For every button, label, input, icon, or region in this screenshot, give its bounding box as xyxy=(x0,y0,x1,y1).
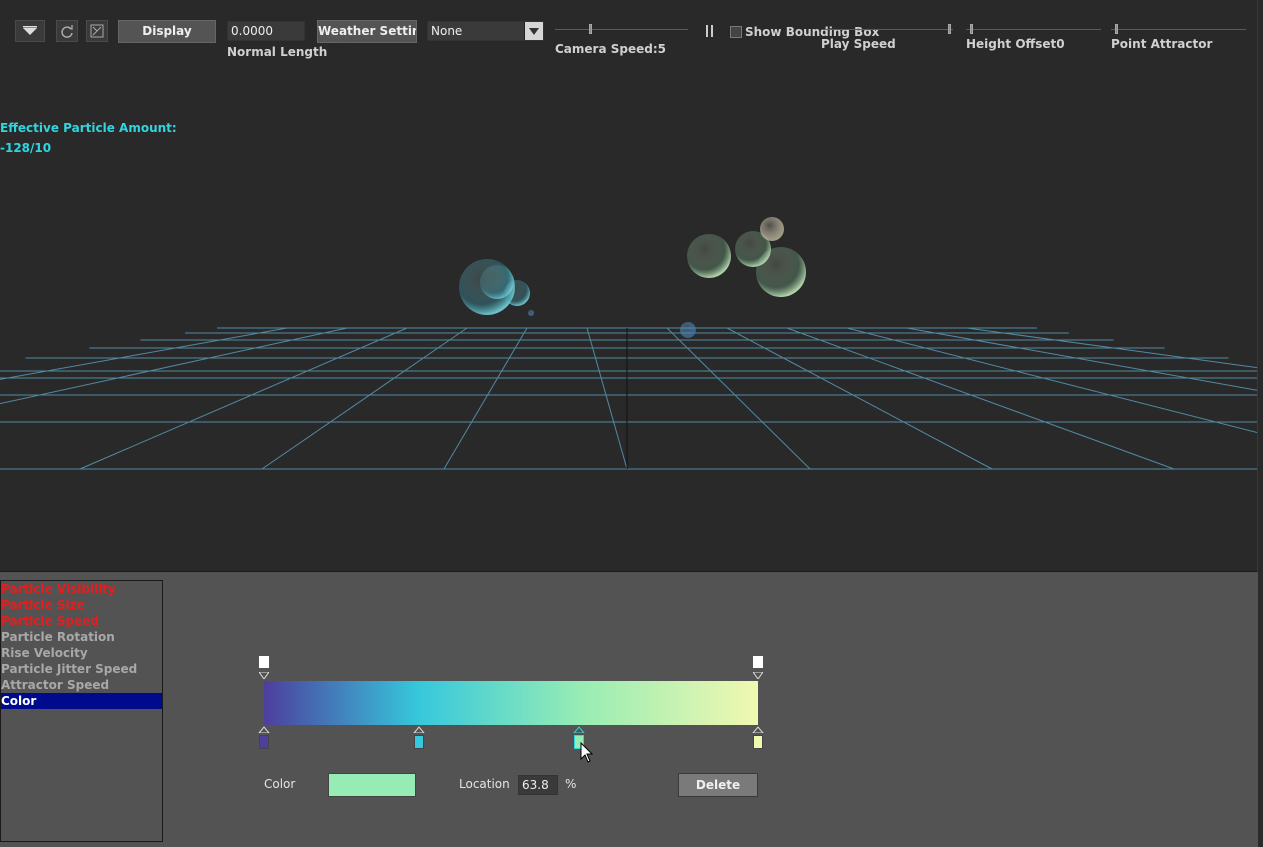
gradient-bar[interactable] xyxy=(264,681,758,725)
play-speed-slider[interactable] xyxy=(821,24,953,34)
property-list-item[interactable]: Attractor Speed xyxy=(1,677,162,693)
effective-particle-value: -128/10 xyxy=(0,141,52,155)
scene-canvas xyxy=(0,217,1257,470)
point-attractor-slider[interactable] xyxy=(1111,24,1246,34)
property-list[interactable]: Particle Visibility Particle Size Particle… xyxy=(0,580,163,842)
effective-particle-label: Effective Particle Amount: xyxy=(0,121,177,135)
weather-settings-button[interactable]: Weather Settings xyxy=(317,20,417,43)
slider-handle[interactable] xyxy=(948,24,951,34)
normal-length-input[interactable]: 0.0000 xyxy=(227,21,305,41)
chevron-down-icon xyxy=(23,26,37,35)
preset-select-value: None xyxy=(431,24,463,38)
pause-button[interactable] xyxy=(706,25,714,40)
show-bounding-box-checkbox[interactable] xyxy=(730,26,742,38)
normal-length-label: Normal Length xyxy=(227,45,328,59)
ground-grid xyxy=(0,327,1257,470)
refresh-button[interactable] xyxy=(56,20,78,42)
dropdown-menu-button[interactable] xyxy=(15,20,45,42)
opacity-stop[interactable] xyxy=(258,656,270,680)
3d-viewport[interactable]: Display 0.0000 Normal Length Weather Set… xyxy=(0,0,1258,572)
camera-speed-label: Camera Speed:5 xyxy=(555,42,666,56)
reset-icon xyxy=(90,24,104,38)
property-editor-panel: Particle Visibility Particle Size Particle… xyxy=(0,572,1263,847)
display-button[interactable]: Display xyxy=(118,20,216,43)
location-label: Location xyxy=(459,777,510,791)
bubble-particle xyxy=(687,234,731,278)
color-stop[interactable] xyxy=(258,726,270,749)
height-offset-label: Height Offset0 xyxy=(966,37,1065,51)
color-swatch[interactable] xyxy=(328,773,416,797)
delete-button[interactable]: Delete xyxy=(678,773,758,797)
play-speed-label: Play Speed xyxy=(821,37,896,51)
color-stop[interactable] xyxy=(413,726,425,749)
bubble-particle xyxy=(756,247,806,297)
point-attractor-label: Point Attractor xyxy=(1111,37,1213,51)
slider-handle[interactable] xyxy=(970,24,973,34)
slider-handle[interactable] xyxy=(589,24,592,34)
bubble-particle xyxy=(680,322,696,338)
location-input[interactable]: 63.8 xyxy=(518,775,558,795)
camera-speed-slider[interactable] xyxy=(555,24,688,34)
mouse-cursor-icon xyxy=(580,742,594,763)
property-list-item[interactable]: Particle Size xyxy=(1,597,162,613)
property-list-item[interactable]: Particle Visibility xyxy=(1,581,162,597)
preset-select[interactable]: None xyxy=(427,21,544,41)
property-list-item[interactable]: Particle Jitter Speed xyxy=(1,661,162,677)
color-label: Color xyxy=(264,777,296,791)
opacity-stop[interactable] xyxy=(752,656,764,680)
bubble-particle xyxy=(504,280,530,306)
slider-handle[interactable] xyxy=(1115,24,1118,34)
pause-icon xyxy=(706,25,713,37)
color-stop[interactable] xyxy=(752,726,764,749)
property-list-item[interactable]: Color xyxy=(1,693,162,709)
property-list-item[interactable]: Rise Velocity xyxy=(1,645,162,661)
bubble-particle xyxy=(760,217,784,241)
refresh-icon xyxy=(61,25,73,38)
height-offset-slider[interactable] xyxy=(966,24,1101,34)
property-list-item[interactable]: Particle Rotation xyxy=(1,629,162,645)
scrollbar[interactable] xyxy=(1258,572,1263,847)
reset-view-button[interactable] xyxy=(86,20,108,42)
chevron-down-icon xyxy=(524,22,543,40)
property-list-item[interactable]: Particle Speed xyxy=(1,613,162,629)
percent-label: % xyxy=(565,777,577,791)
bubble-particle xyxy=(528,310,534,316)
